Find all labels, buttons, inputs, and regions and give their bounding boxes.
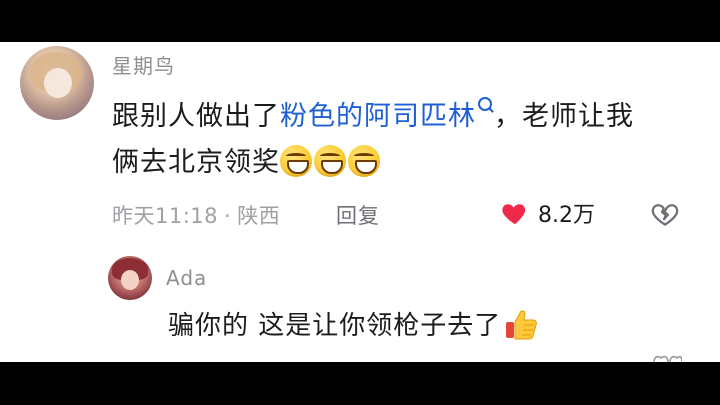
reply-avatar-face	[121, 270, 139, 290]
grinning-face-icon	[280, 145, 312, 177]
like-count: 8.2万	[538, 203, 595, 228]
thumbs-up-icon	[506, 310, 538, 340]
search-icon[interactable]	[478, 97, 492, 111]
comment-username[interactable]: 星期鸟	[112, 50, 175, 79]
reply-username[interactable]: Ada	[166, 266, 207, 290]
broken-heart-icon[interactable]	[650, 199, 680, 229]
comment-meta: 昨天11:18 · 陕西	[112, 200, 280, 230]
comment-card: 星期鸟 跟别人做出了粉色的阿司匹林 ，老师让我 俩去北京领奖 昨天11:18 · 陕西…	[0, 42, 720, 362]
comment-text-part2: ，老师让我	[494, 101, 634, 132]
heart-icon[interactable]	[500, 198, 530, 228]
reply-text: 骗你的 这是让你领枪子去了	[168, 306, 539, 346]
avatar[interactable]	[20, 46, 94, 120]
comment-text-part1: 跟别人做出了	[112, 101, 280, 132]
search-link[interactable]: 粉色的阿司匹林	[280, 97, 494, 132]
grinning-face-icon	[314, 145, 346, 177]
comment-location: 陕西	[237, 204, 281, 228]
avatar-face	[44, 68, 72, 98]
reply-avatar[interactable]	[108, 256, 152, 300]
meta-separator: ·	[224, 204, 232, 228]
video-frame: 星期鸟 跟别人做出了粉色的阿司匹林 ，老师让我 俩去北京领奖 昨天11:18 · 陕西…	[0, 0, 720, 405]
search-link-text[interactable]: 粉色的阿司匹林	[280, 101, 476, 132]
reply-text-content: 骗你的 这是让你领枪子去了	[168, 311, 502, 341]
like-button[interactable]: 8.2万	[500, 197, 595, 229]
comment-text-line2: 俩去北京领奖	[112, 147, 280, 178]
cutoff-action-icons	[653, 355, 682, 362]
comment-time: 昨天11:18	[112, 204, 219, 228]
reply-button[interactable]: 回复	[336, 200, 380, 230]
grinning-face-icon	[348, 145, 380, 177]
comment-text: 跟别人做出了粉色的阿司匹林 ，老师让我 俩去北京领奖	[112, 94, 702, 186]
